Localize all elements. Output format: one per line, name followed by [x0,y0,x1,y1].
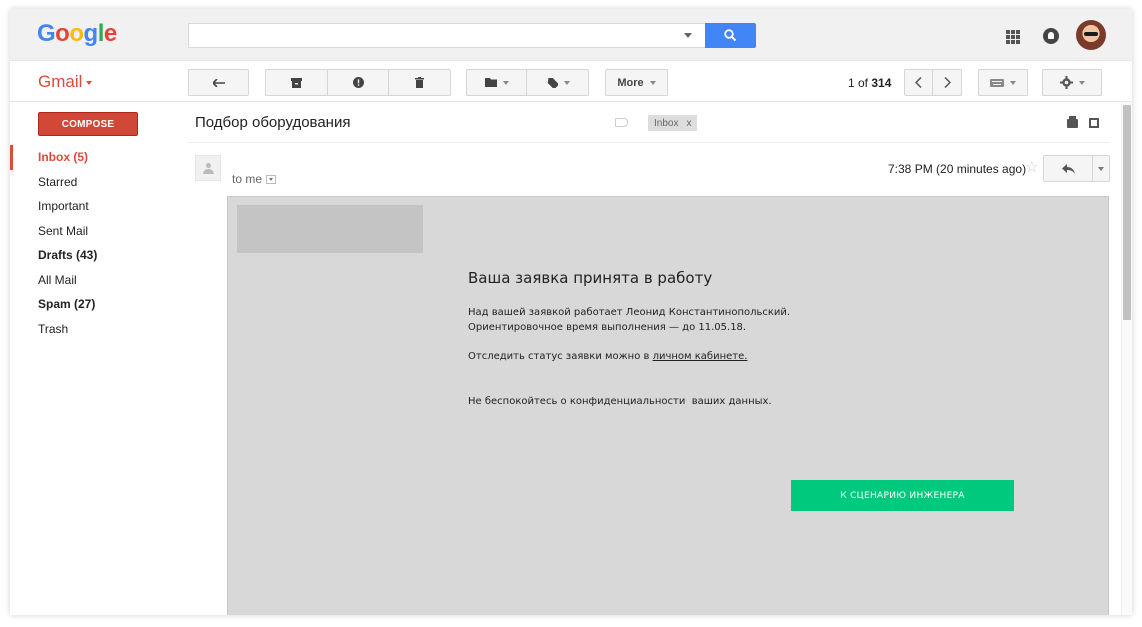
header-divider [188,142,1110,143]
chevron-left-icon [915,77,922,88]
pager-prefix: 1 of [848,76,869,90]
search-input[interactable] [188,23,705,48]
sidebar-item-trash[interactable]: Trash [10,317,180,342]
report-spam-icon [352,77,364,88]
email-line-2: Ориентировочное время выполнения — до 11… [468,322,747,333]
account-link[interactable]: личном кабинете. [653,351,748,362]
back-button[interactable] [188,69,249,96]
sidebar-item-spam[interactable]: Spam (27) [10,292,180,317]
pager-total: 314 [871,76,892,90]
pager-count: 1 of 314 [848,76,891,90]
notifications-icon[interactable] [1043,28,1059,44]
star-icon[interactable]: ☆ [1025,158,1038,176]
report-spam-button[interactable] [327,69,389,96]
sidebar-nav: Inbox (5) Starred Important Sent Mail Dr… [10,145,180,341]
chevron-down-icon [649,80,656,85]
recipient-details[interactable]: to me [232,172,277,186]
chevron-down-icon [86,80,93,85]
newer-button[interactable] [904,69,933,96]
email-title: Ваша заявка принята в работу [468,269,713,287]
gmail-app-switcher[interactable]: Gmail [38,72,93,92]
inbox-label-chip[interactable]: Inbox x [648,115,698,131]
chevron-down-icon [1010,80,1016,85]
email-logo-placeholder [237,205,423,253]
chevron-right-icon [943,77,951,88]
archive-button[interactable] [265,69,328,96]
folder-icon [484,78,497,87]
apps-grid-icon[interactable] [1006,30,1020,44]
remove-label-button[interactable]: x [686,118,691,129]
recipient-label: to me [232,172,263,186]
email-status-line: Отследить статус заявки можно в личном к… [468,349,747,364]
status-prefix: Отследить статус заявки можно в [468,351,653,362]
gear-icon [1059,76,1073,89]
message-timestamp: 7:38 PM (20 minutes ago) [888,162,1027,176]
search-options-caret-icon[interactable] [684,33,692,38]
account-avatar[interactable] [1076,20,1106,50]
older-button[interactable] [932,69,962,96]
more-button[interactable]: More [605,69,668,96]
gmail-label: Gmail [38,72,83,91]
label-icon [547,77,558,88]
search-icon [724,29,737,42]
more-label: More [617,76,644,89]
chevron-down-icon [502,80,509,85]
keyboard-icon [990,78,1004,87]
back-arrow-icon [212,78,225,87]
sender-avatar [195,155,221,181]
scrollbar-thumb[interactable] [1123,105,1131,320]
input-tools-button[interactable] [978,69,1028,96]
settings-button[interactable] [1042,69,1102,96]
sidebar-item-sent-mail[interactable]: Sent Mail [10,219,180,244]
show-details-icon[interactable] [266,174,277,184]
message-subject: Подбор оборудования [195,114,351,131]
label-chip-text: Inbox [654,117,679,129]
importance-marker-icon[interactable] [615,118,628,127]
sidebar-item-starred[interactable]: Starred [10,170,180,195]
compose-button[interactable]: COMPOSE [38,112,138,136]
sidebar-item-drafts[interactable]: Drafts (43) [10,243,180,268]
search-button[interactable] [705,23,756,48]
chevron-down-icon [1078,80,1085,85]
new-window-icon[interactable] [1089,118,1099,128]
reply-button[interactable] [1043,155,1093,182]
engineer-scenario-button[interactable]: К СЦЕНАРИЮ ИНЖЕНЕРА [791,480,1014,511]
email-line-1: Над вашей заявкой работает Леонид Конста… [468,307,791,318]
sidebar-item-all-mail[interactable]: All Mail [10,268,180,293]
trash-icon [415,77,424,88]
chevron-down-icon [563,80,570,85]
sidebar-item-inbox[interactable]: Inbox (5) [10,145,180,170]
labels-button[interactable] [526,69,589,96]
google-logo[interactable]: Google [37,20,117,48]
print-icon[interactable] [1067,116,1078,128]
delete-button[interactable] [388,69,451,96]
archive-icon [291,77,302,88]
email-content: Ваша заявка принята в работу Над вашей з… [227,196,1109,615]
email-privacy-line: Не беспокойтесь о конфиденциальности ваш… [468,396,772,407]
gmail-window: Google Gmail More 1 of 314 COMPOSE Inbox… [10,9,1132,615]
sidebar-item-important[interactable]: Important [10,194,180,219]
more-actions-button[interactable] [1093,155,1110,182]
move-to-button[interactable] [466,69,527,96]
reply-icon [1061,163,1075,174]
